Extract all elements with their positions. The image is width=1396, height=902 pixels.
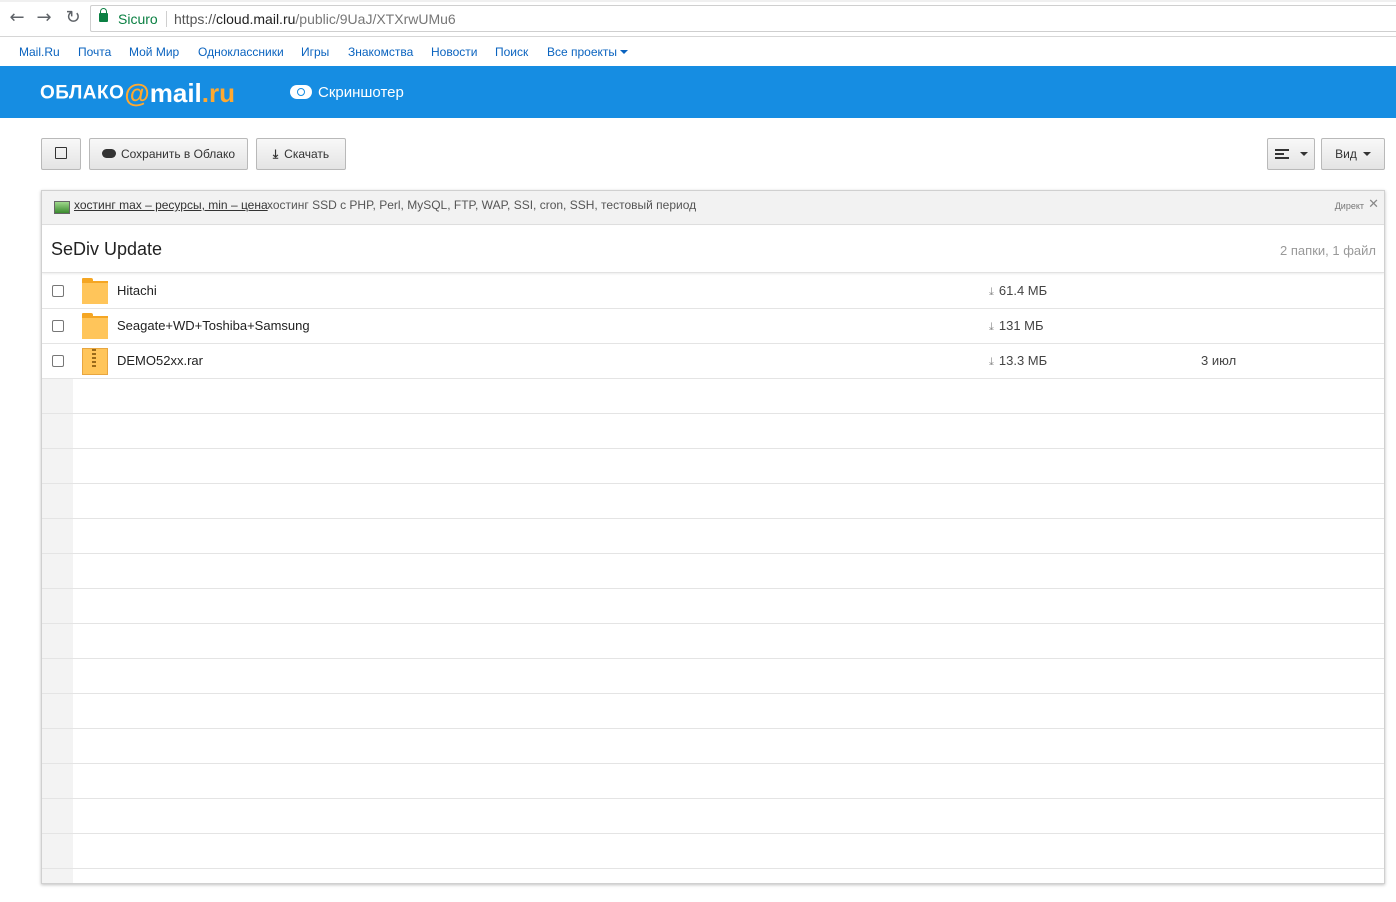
portal-link-znakomstva[interactable]: Знакомства <box>348 45 413 59</box>
sort-button[interactable] <box>1267 138 1315 170</box>
secure-label: Sicuro <box>118 11 158 27</box>
archive-icon <box>82 348 108 375</box>
empty-row <box>42 694 1384 729</box>
empty-row <box>42 799 1384 834</box>
portal-all-projects[interactable]: Все проекты <box>547 45 629 59</box>
logo-word: ОБЛАКО <box>40 82 125 104</box>
camera-cloud-icon <box>290 85 312 99</box>
browser-toolbar: ← → ↻ Sicuro https://cloud.mail.ru/publi… <box>0 0 1396 37</box>
download-icon: ⤓ <box>989 320 994 333</box>
cloud-header: ОБЛАКО@mail.ru Скриншотер <box>0 66 1396 118</box>
checkbox-icon <box>55 147 67 159</box>
portal-link-pochta[interactable]: Почта <box>78 45 111 59</box>
portal-link-igry[interactable]: Игры <box>301 45 329 59</box>
item-size[interactable]: ⤓ 13.3 МБ <box>989 353 1047 369</box>
page-title: SeDiv Update <box>51 239 163 259</box>
item-date: 3 июл <box>1201 353 1237 368</box>
select-all-button[interactable] <box>41 138 81 170</box>
ad-link[interactable]: хостинг max – ресурсы, min – цена <box>74 198 268 212</box>
address-bar[interactable]: Sicuro https://cloud.mail.ru/public/9UaJ… <box>90 5 1396 32</box>
item-name[interactable]: DEMO52xx.rar <box>117 353 203 368</box>
folder-header: SeDiv Update 2 папки, 1 файл <box>42 226 1384 273</box>
portal-link-poisk[interactable]: Поиск <box>495 45 528 59</box>
reload-icon[interactable]: ↻ <box>63 8 83 28</box>
save-to-cloud-label: Сохранить в Облако <box>120 147 236 161</box>
empty-row <box>42 764 1384 799</box>
forward-arrow-icon[interactable]: → <box>34 8 54 28</box>
sort-icon <box>1274 149 1289 159</box>
list-item[interactable]: Seagate+WD+Toshiba+Samsung ⤓ 131 МБ <box>42 309 1384 344</box>
portal-link-mailru[interactable]: Mail.Ru <box>19 45 60 59</box>
back-arrow-icon[interactable]: ← <box>7 8 27 28</box>
ad-label[interactable]: Директ <box>1335 201 1364 211</box>
download-button[interactable]: ⤓ Скачать <box>256 138 346 170</box>
empty-row <box>42 519 1384 554</box>
tab-strip-edge <box>0 0 1396 2</box>
item-size[interactable]: ⤓ 131 МБ <box>989 318 1044 334</box>
url-host: cloud.mail.ru <box>216 11 296 27</box>
ad-text: хостинг SSD с PHP, Perl, MySQL, FTP, WAP… <box>267 198 697 212</box>
empty-row <box>42 834 1384 869</box>
view-button[interactable]: Вид <box>1321 138 1385 170</box>
chevron-down-icon <box>620 50 629 54</box>
item-checkbox[interactable] <box>52 285 64 297</box>
item-checkbox[interactable] <box>52 320 64 332</box>
cloud-logo[interactable]: ОБЛАКО@mail.ru <box>40 78 236 108</box>
empty-row <box>42 449 1384 484</box>
list-item[interactable]: DEMO52xx.rar ⤓ 13.3 МБ 3 июл <box>42 344 1384 379</box>
save-to-cloud-button[interactable]: Сохранить в Облако <box>89 138 248 170</box>
item-count: 2 папки, 1 файл <box>1280 243 1376 258</box>
portal-nav: Mail.Ru Почта Мой Мир Одноклассники Игры… <box>0 38 1396 66</box>
download-icon: ⤓ <box>989 355 994 368</box>
view-label: Вид <box>1335 147 1357 161</box>
address-separator <box>166 11 167 27</box>
empty-row <box>42 624 1384 659</box>
portal-link-novosti[interactable]: Новости <box>431 45 477 59</box>
logo-at: @ <box>124 78 150 108</box>
item-size[interactable]: ⤓ 61.4 МБ <box>989 283 1047 299</box>
empty-row <box>42 379 1384 414</box>
list-item[interactable]: Hitachi ⤓ 61.4 МБ <box>42 274 1384 309</box>
item-size-value: 13.3 МБ <box>998 353 1048 368</box>
item-name[interactable]: Seagate+WD+Toshiba+Samsung <box>117 318 310 333</box>
cloud-upload-icon <box>101 149 116 158</box>
item-size-value: 61.4 МБ <box>998 283 1048 298</box>
logo-ru: .ru <box>201 78 236 108</box>
download-label: Скачать <box>284 147 330 161</box>
item-checkbox[interactable] <box>52 355 64 367</box>
ad-image-icon <box>54 201 70 214</box>
empty-row <box>42 414 1384 449</box>
empty-row <box>42 484 1384 519</box>
file-panel: хостинг max – ресурсы, min – цена хостин… <box>41 190 1385 884</box>
chevron-down-icon <box>1362 152 1371 156</box>
folder-icon <box>82 313 108 339</box>
portal-all-projects-label: Все проекты <box>547 45 618 59</box>
screenshoter-label: Скриншотер <box>318 84 404 101</box>
lock-icon <box>99 8 108 22</box>
portal-link-moimir[interactable]: Мой Мир <box>129 45 179 59</box>
url-text[interactable]: https://cloud.mail.ru/public/9UaJ/XTXrwU… <box>174 11 456 27</box>
chevron-down-icon <box>1299 152 1308 156</box>
ad-banner: хостинг max – ресурсы, min – цена хостин… <box>42 191 1384 225</box>
close-icon[interactable]: ✕ <box>1368 197 1379 212</box>
url-path: /public/9UaJ/XTXrwUMu6 <box>295 11 456 27</box>
item-name[interactable]: Hitachi <box>117 283 157 298</box>
empty-row <box>42 659 1384 694</box>
download-icon: ⤓ <box>989 285 994 298</box>
logo-mail: mail <box>149 78 202 108</box>
empty-row <box>42 554 1384 589</box>
portal-link-odnoklassniki[interactable]: Одноклассники <box>198 45 284 59</box>
empty-row <box>42 729 1384 764</box>
item-size-value: 131 МБ <box>998 318 1044 333</box>
screenshoter-link[interactable]: Скриншотер <box>290 84 404 104</box>
empty-row <box>42 589 1384 624</box>
download-icon: ⤓ <box>272 147 279 161</box>
folder-icon <box>82 278 108 304</box>
url-scheme: https:// <box>174 11 217 27</box>
